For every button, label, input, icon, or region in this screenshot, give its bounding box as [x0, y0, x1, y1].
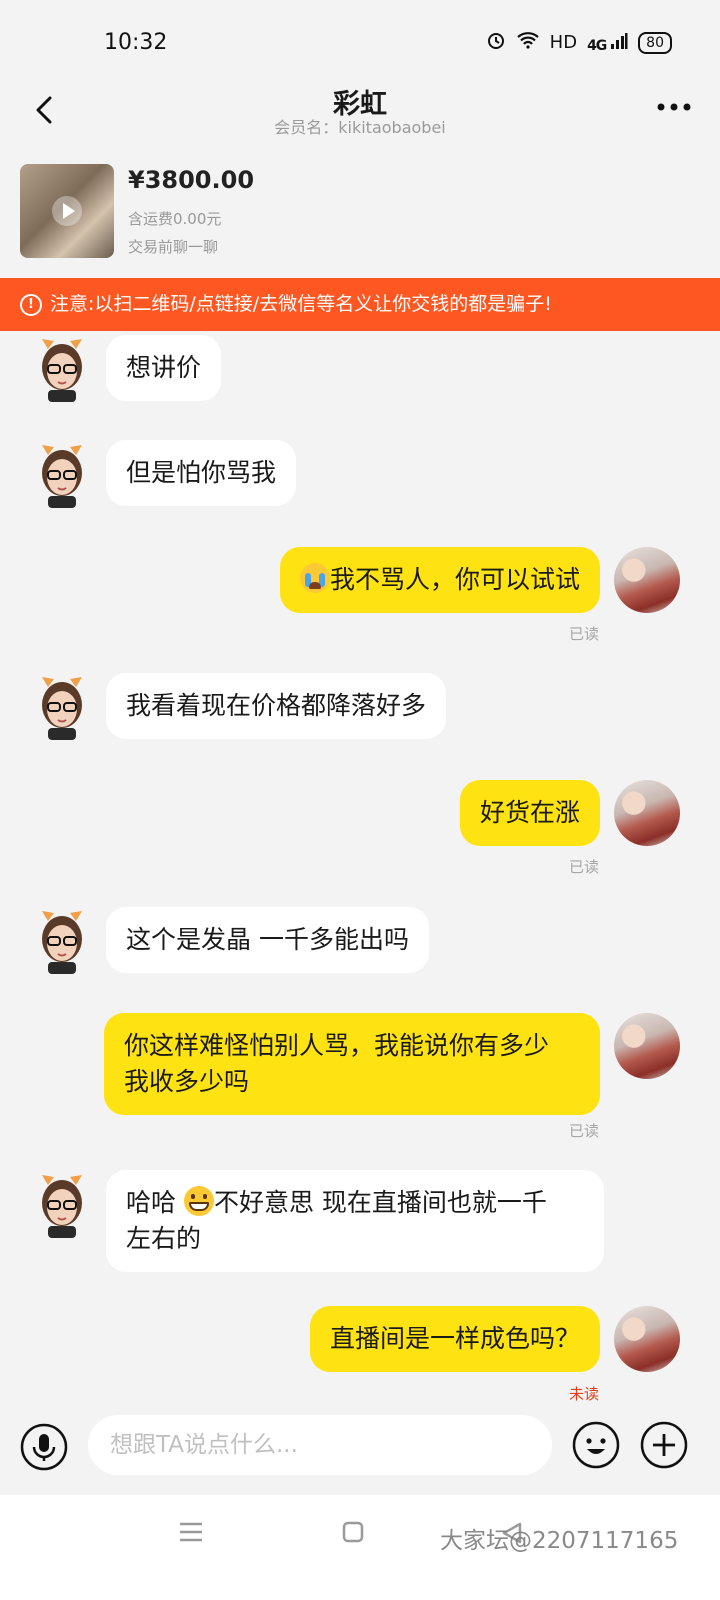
recent-apps-button[interactable] — [178, 1521, 204, 1543]
home-button[interactable] — [342, 1521, 364, 1543]
message-input[interactable]: 想跟TA说点什么... — [88, 1415, 552, 1475]
unread-status: 未读 — [568, 1385, 599, 1403]
signal-icon: 4G — [587, 32, 628, 54]
contact-avatar[interactable] — [34, 673, 90, 741]
message-bubble-outgoing[interactable]: 好货在涨 — [459, 780, 600, 846]
message-text-line: 我收多少吗 — [124, 1067, 250, 1096]
read-status: 已读 — [568, 858, 599, 876]
status-time: 10:32 — [104, 30, 168, 55]
message-bubble-incoming[interactable]: 想讲价 — [106, 335, 222, 401]
member-name: 会员名：kikitaobaobei — [274, 118, 446, 137]
input-bar: 想跟TA说点什么... — [0, 1411, 720, 1495]
my-avatar[interactable] — [614, 780, 680, 846]
my-avatar[interactable] — [614, 1013, 680, 1079]
contact-avatar[interactable] — [34, 335, 90, 403]
watermark-text: 大家坛@2207117165 — [440, 1528, 679, 1554]
alarm-icon — [486, 30, 506, 55]
product-price: ¥3800.00 — [128, 166, 255, 194]
message-text: 直播间是一样成色吗？ — [329, 1324, 580, 1353]
chat-header: 彩虹 会员名：kikitaobaobei — [0, 82, 720, 150]
hd-label: HD — [549, 32, 578, 53]
message-bubble-incoming[interactable]: 这个是发晶 一千多能出吗 — [106, 907, 429, 973]
my-avatar[interactable] — [614, 1306, 680, 1372]
chat-note: 交易前聊一聊 — [128, 238, 219, 256]
read-status: 已读 — [568, 1122, 599, 1140]
microphone-icon — [20, 1423, 68, 1471]
plus-icon — [640, 1421, 688, 1469]
product-thumbnail[interactable] — [20, 164, 114, 258]
warning-icon: ! — [20, 293, 42, 316]
message-bubble-outgoing[interactable]: 你这样难怪怕别人骂，我能说你有多少 我收多少吗 — [104, 1013, 600, 1115]
contact-avatar[interactable] — [34, 907, 90, 975]
my-avatar[interactable] — [614, 547, 680, 613]
menu-icon — [180, 1522, 202, 1542]
read-status: 已读 — [568, 625, 599, 643]
wifi-icon — [516, 31, 540, 54]
message-bubble-incoming[interactable]: 我看着现在价格都降落好多 — [106, 673, 447, 739]
status-bar: 10:32 HD 4G 80 — [0, 0, 720, 82]
message-text: 想讲价 — [126, 353, 202, 382]
message-bubble-incoming[interactable]: 但是怕你骂我 — [106, 440, 297, 506]
system-nav-bar: 大家坛@2207117165 — [0, 1495, 720, 1600]
square-icon — [342, 1521, 364, 1543]
message-text-line: 不好意思 现在直播间也就一千 — [213, 1188, 547, 1217]
input-placeholder: 想跟TA说点什么... — [110, 1432, 298, 1458]
crying-face-icon — [299, 563, 330, 593]
warning-text: 注意:以扫二维码/点链接/去微信等名义让你交钱的都是骗子! — [50, 293, 552, 315]
more-dots-icon — [657, 103, 691, 111]
message-bubble-outgoing[interactable]: 直播间是一样成色吗？ — [309, 1306, 600, 1372]
message-text-line: 左右的 — [126, 1224, 202, 1253]
status-icons: HD 4G 80 — [486, 30, 672, 55]
more-options-button[interactable] — [654, 92, 694, 122]
message-list[interactable]: 想讲价 但是怕你骂我 我不骂人，你可以试试 已读 我看着现在价格都降落好多 好货… — [0, 331, 720, 1411]
scam-warning-banner: ! 注意:以扫二维码/点链接/去微信等名义让你交钱的都是骗子! — [0, 278, 720, 331]
voice-button[interactable] — [20, 1423, 68, 1471]
battery-level: 80 — [646, 34, 664, 51]
play-icon — [52, 196, 82, 226]
smiley-icon — [572, 1421, 620, 1469]
contact-avatar[interactable] — [34, 441, 90, 509]
message-text: 这个是发晶 一千多能出吗 — [126, 925, 409, 954]
message-text: 好货在涨 — [479, 798, 580, 827]
battery-icon: 80 — [638, 31, 672, 54]
product-card[interactable]: ¥3800.00 含运费0.00元 交易前聊一聊 — [0, 150, 720, 278]
message-text-prefix: 哈哈 — [126, 1188, 184, 1217]
signal-label: 4G — [587, 37, 607, 54]
message-text: 我看着现在价格都降落好多 — [126, 691, 427, 720]
add-attachment-button[interactable] — [640, 1421, 688, 1469]
message-text-line: 你这样难怪怕别人骂，我能说你有多少 — [124, 1031, 550, 1060]
emoji-button[interactable] — [572, 1421, 620, 1469]
message-bubble-incoming[interactable]: 哈哈 不好意思 现在直播间也就一千 左右的 — [106, 1170, 604, 1272]
shipping-fee: 含运费0.00元 — [128, 210, 222, 228]
contact-avatar[interactable] — [34, 1171, 90, 1239]
message-text: 但是怕你骂我 — [126, 458, 277, 487]
grinning-face-icon — [183, 1186, 214, 1216]
message-bubble-outgoing[interactable]: 我不骂人，你可以试试 — [279, 547, 600, 613]
message-text: 我不骂人，你可以试试 — [329, 565, 580, 594]
